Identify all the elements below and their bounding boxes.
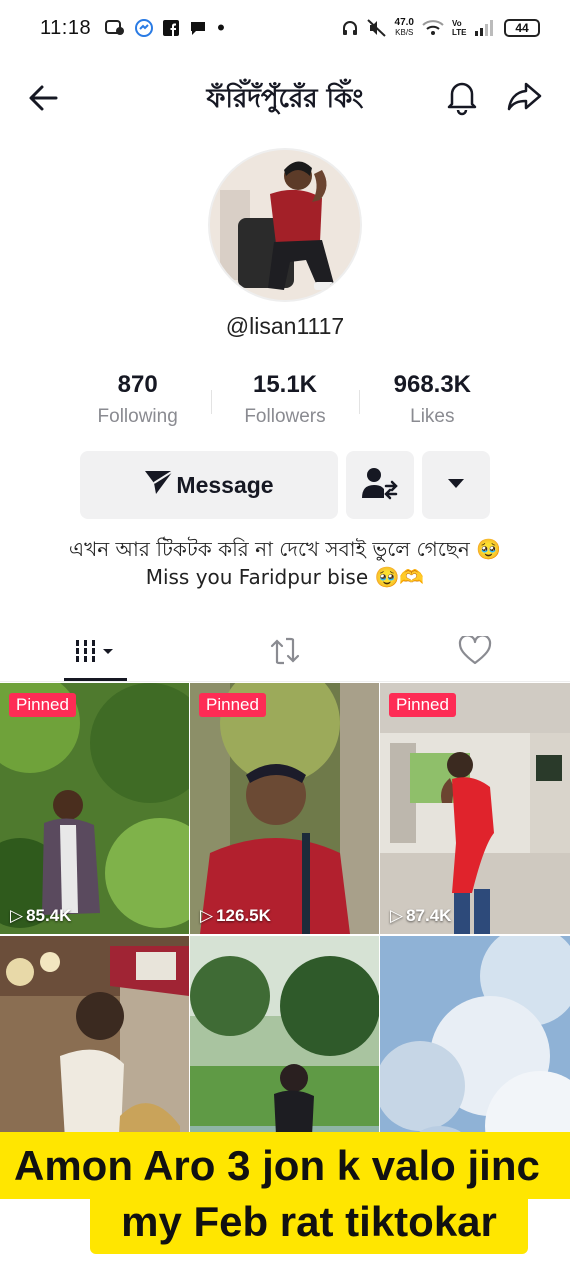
status-time: 11:18: [40, 16, 92, 39]
stat-followers[interactable]: 15.1K Followers: [211, 368, 358, 438]
status-bar: 11:18 • 47.0 KB/S Vo LTE 44: [0, 0, 570, 56]
video-grid-icon: [70, 636, 120, 671]
message-button[interactable]: Message: [80, 451, 338, 519]
chat-bubble-icon: [189, 20, 207, 36]
stat-value: 968.3K: [393, 371, 472, 398]
username: @lisan1117: [225, 313, 345, 339]
view-count: ▷ 126.5K: [200, 906, 271, 925]
stat-label: Likes: [410, 406, 455, 427]
caption-overlay: Amon Aro 3 jon k valo jinc my Feb rat ti…: [0, 1132, 570, 1257]
play-icon: ▷: [200, 906, 214, 925]
network-speed: 47.0 KB/S: [394, 17, 414, 38]
profile-bio: এখন আর টিকটক করি না দেখে সবাই ভুলে গেছেন…: [60, 535, 510, 591]
mute-icon: [366, 19, 387, 37]
tab-videos[interactable]: [0, 626, 190, 681]
messenger-notification-icon: [135, 19, 154, 37]
page-title: ফঁরিঁদঁপুঁরেঁর কিঁং: [206, 84, 364, 114]
stat-label: Following: [97, 406, 178, 427]
view-count: ▷ 87.4K: [390, 906, 452, 925]
bio-line: এখন আর টিকটক করি না দেখে সবাই ভুলে গেছেন…: [68, 537, 502, 561]
profile-avatar[interactable]: [208, 148, 362, 302]
bio-line: Miss you Faridpur bise 🥹🫶: [145, 565, 425, 589]
follow-switch-button[interactable]: [346, 451, 414, 519]
volte-indicator: Vo LTE: [452, 19, 467, 37]
repost-icon: [268, 636, 302, 671]
pinned-badge: Pinned: [389, 693, 456, 717]
stat-value: 15.1K: [252, 371, 318, 398]
heart-outline-icon: [458, 634, 492, 671]
more-notifications-dot: •: [217, 15, 225, 40]
share-arrow-icon[interactable]: [504, 76, 544, 116]
top-nav: ফঁরিঁদঁপুঁরেঁর কিঁং: [0, 64, 570, 126]
wifi-icon: [422, 19, 444, 37]
pinned-badge: Pinned: [199, 693, 266, 717]
headphones-icon: [341, 19, 359, 37]
caret-down-icon: [446, 476, 466, 495]
tab-reposts[interactable]: [190, 626, 380, 681]
video-thumbnail[interactable]: Pinned ▷ 85.4K: [0, 683, 189, 934]
signal-icon: [474, 19, 496, 37]
video-grid: Pinned ▷ 85.4K Pinned ▷ 126.5K Pinned ▷ …: [0, 683, 570, 1187]
view-count: ▷ 85.4K: [10, 906, 72, 925]
stat-following[interactable]: 870 Following: [64, 368, 211, 438]
content-tabs: [0, 626, 570, 682]
video-thumbnail[interactable]: Pinned ▷ 87.4K: [380, 683, 570, 934]
battery-indicator: 44: [504, 19, 540, 37]
video-thumbnail[interactable]: Pinned ▷ 126.5K: [190, 683, 379, 934]
user-switch-icon: [361, 466, 399, 505]
caption-line: my Feb rat tiktokar: [90, 1194, 528, 1254]
profile-stats: 870 Following 15.1K Followers 968.3K Lik…: [64, 368, 506, 438]
play-icon: ▷: [10, 906, 24, 925]
more-options-button[interactable]: [422, 451, 490, 519]
profile-actions: Message: [80, 451, 491, 519]
caption-line: Amon Aro 3 jon k valo jinc: [0, 1132, 570, 1199]
stat-likes[interactable]: 968.3K Likes: [358, 368, 506, 438]
send-icon: [144, 469, 174, 501]
message-button-label: Message: [176, 471, 274, 498]
pinned-badge: Pinned: [9, 693, 76, 717]
bell-icon[interactable]: [442, 76, 482, 116]
tab-liked[interactable]: [380, 626, 570, 681]
stat-value: 870: [117, 371, 158, 398]
play-icon: ▷: [390, 906, 404, 925]
back-arrow-icon[interactable]: [24, 78, 64, 118]
stat-label: Followers: [244, 406, 326, 427]
link-notification-icon: [105, 19, 125, 37]
facebook-icon: [163, 20, 180, 36]
